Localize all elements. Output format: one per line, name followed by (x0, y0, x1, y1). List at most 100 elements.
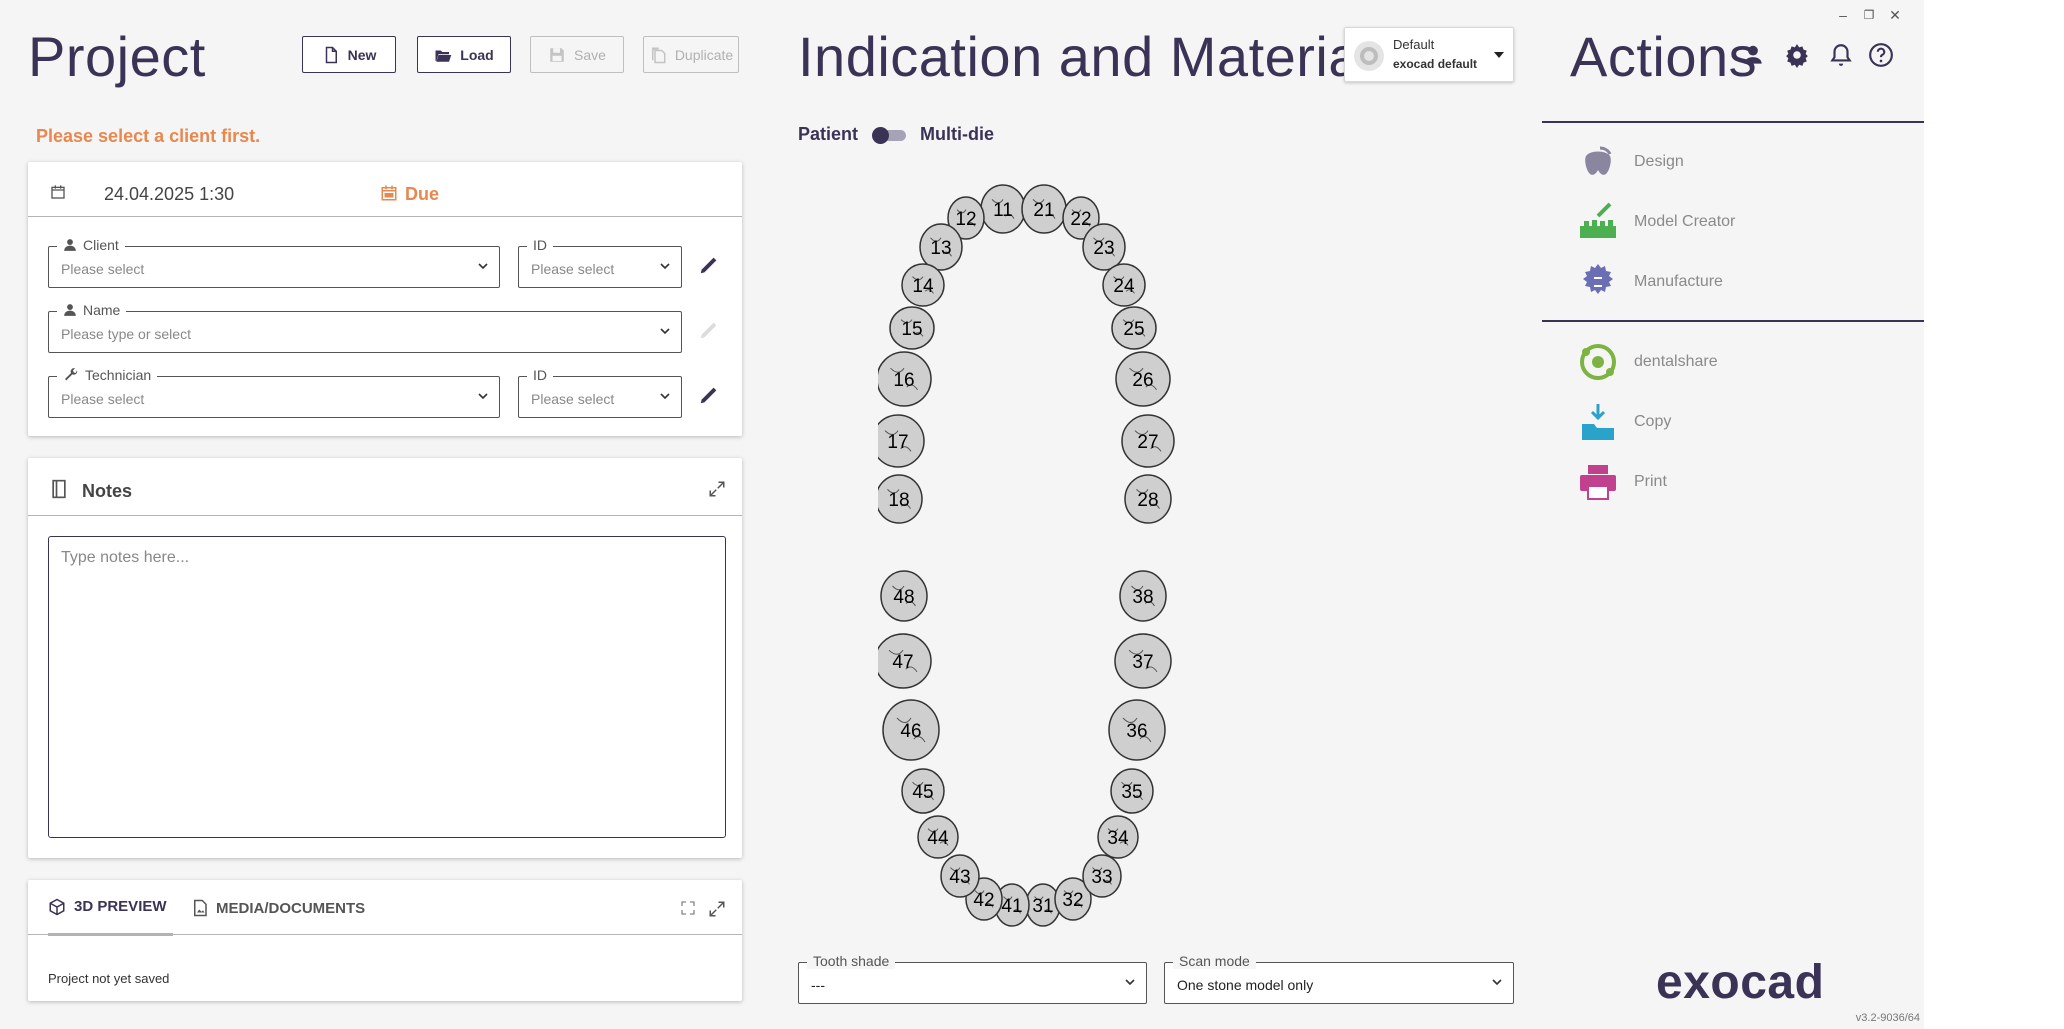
action-dentalshare[interactable]: dentalshare (1578, 340, 1718, 384)
tooth-18[interactable]: 18 (878, 474, 923, 524)
help-icon[interactable] (1868, 42, 1894, 68)
preview-status: Project not yet saved (48, 971, 170, 986)
tooth-14[interactable]: 14 (901, 263, 945, 307)
tooth-17[interactable]: 17 (878, 414, 925, 468)
tooth-16[interactable]: 16 (878, 351, 932, 407)
indication-panel: Indication and Materials Default exocad … (768, 0, 1542, 1029)
tooth-33[interactable]: 33 (1082, 854, 1122, 898)
profile-gear-icon (1354, 41, 1384, 71)
tooth-13[interactable]: 13 (919, 223, 963, 271)
tooth-35[interactable]: 35 (1110, 768, 1154, 814)
new-button[interactable]: New (302, 36, 396, 73)
tooth-label: 38 (1132, 587, 1153, 608)
tooth-label: 35 (1121, 782, 1142, 803)
tooth-label: 36 (1126, 721, 1147, 742)
tooth-shade-select[interactable]: Tooth shade --- (798, 953, 1147, 1004)
tooth-44[interactable]: 44 (917, 815, 959, 859)
technician-select[interactable]: Technician Please select (48, 367, 500, 418)
duplicate-button[interactable]: Duplicate (643, 36, 739, 73)
patient-multidie-toggle-row: Patient Multi-die (798, 124, 994, 145)
divider (1542, 121, 1924, 123)
tooth-label: 23 (1093, 238, 1114, 259)
tooth-36[interactable]: 36 (1108, 699, 1166, 761)
tab-3d-preview[interactable]: 3D PREVIEW (48, 880, 173, 936)
tooth-28[interactable]: 28 (1124, 474, 1172, 524)
edit-name-pencil-icon[interactable] (698, 319, 720, 341)
patient-multidie-switch[interactable] (872, 126, 907, 144)
action-manufacture[interactable]: Manufacture (1578, 260, 1723, 304)
tooth-label: 47 (892, 652, 913, 673)
load-button-label: Load (460, 46, 494, 63)
tab-3d-preview-label: 3D PREVIEW (74, 898, 167, 915)
divider (1542, 320, 1924, 322)
client-warning: Please select a client first. (36, 126, 261, 146)
tooth-label: 13 (930, 238, 951, 259)
fullscreen-icon[interactable] (680, 900, 696, 916)
preview-card: 3D PREVIEW MEDIA/DOCUMENTS Project not y… (28, 880, 742, 1001)
user-icon[interactable] (1740, 42, 1766, 68)
tooth-15[interactable]: 15 (889, 306, 935, 350)
expand-icon[interactable] (708, 900, 726, 918)
action-model-creator-label: Model Creator (1634, 213, 1736, 230)
tooth-label: 18 (888, 490, 909, 511)
client-id-select[interactable]: ID Please select (518, 237, 682, 288)
tooth-24[interactable]: 24 (1102, 263, 1146, 307)
save-button[interactable]: Save (530, 36, 624, 73)
new-file-icon (325, 46, 337, 63)
tooth-45[interactable]: 45 (901, 768, 945, 814)
tooth-37[interactable]: 37 (1114, 633, 1172, 689)
action-print[interactable]: Print (1578, 460, 1667, 504)
profile-selector[interactable]: Default exocad default (1344, 27, 1514, 82)
actions-title: Actions (1570, 25, 1758, 88)
minimize-icon[interactable]: – (1832, 4, 1854, 26)
edit-technician-pencil-icon[interactable] (698, 384, 720, 406)
client-id-placeholder: Please select (531, 261, 615, 277)
notes-textarea[interactable]: Type notes here... (48, 536, 726, 838)
dentalshare-icon (1580, 344, 1616, 380)
action-dentalshare-label: dentalshare (1634, 353, 1718, 370)
action-copy[interactable]: Copy (1578, 400, 1671, 444)
project-date[interactable]: 24.04.2025 1:30 (104, 184, 234, 205)
tooth-31[interactable]: 31 (1025, 883, 1061, 927)
client-select[interactable]: Client Please select (48, 237, 500, 288)
tooth-26[interactable]: 26 (1115, 351, 1171, 407)
expand-icon[interactable] (708, 480, 726, 498)
tooth-34[interactable]: 34 (1097, 815, 1139, 859)
due-date[interactable]: Due (405, 184, 439, 205)
tooth-38[interactable]: 38 (1119, 570, 1167, 622)
tooth-label: 33 (1091, 867, 1112, 888)
project-details-card: 24.04.2025 1:30 Due Client Please select… (28, 162, 742, 436)
restore-icon[interactable]: ❐ (1858, 4, 1880, 26)
tooth-48[interactable]: 48 (880, 570, 928, 622)
name-select[interactable]: Name Please type or select (48, 302, 682, 353)
tooth-27[interactable]: 27 (1121, 414, 1175, 468)
tooth-43[interactable]: 43 (940, 854, 980, 898)
cube-icon (49, 898, 65, 915)
action-design[interactable]: Design (1578, 140, 1684, 184)
action-model-creator[interactable]: Model Creator (1578, 200, 1735, 244)
project-title: Project (28, 25, 206, 88)
tooth-47[interactable]: 47 (878, 633, 932, 689)
tooth-chart[interactable]: 11 1213 14 15 16 17 18 21 2223 24 25 26 27 28 31 32 33 34… (878, 170, 1328, 940)
edit-client-pencil-icon[interactable] (698, 254, 720, 276)
settings-gear-icon[interactable] (1784, 42, 1810, 68)
bell-icon[interactable] (1828, 42, 1854, 68)
tooth-25[interactable]: 25 (1111, 306, 1157, 350)
tooth-label: 12 (955, 209, 976, 230)
chevron-down-icon (1492, 979, 1502, 986)
close-icon[interactable]: ✕ (1884, 4, 1906, 26)
load-button[interactable]: Load (417, 36, 511, 73)
tab-media-documents[interactable]: MEDIA/DOCUMENTS (192, 880, 365, 936)
project-panel: Project New Load Save Duplicate Please s… (0, 0, 768, 1029)
notes-placeholder: Type notes here... (61, 549, 190, 566)
tooth-23[interactable]: 23 (1082, 223, 1126, 271)
new-button-label: New (347, 46, 377, 63)
tooth-11[interactable]: 11 (980, 184, 1026, 234)
tooth-label: 43 (949, 867, 970, 888)
scan-mode-select[interactable]: Scan mode One stone model only (1164, 953, 1514, 1004)
tooth-21[interactable]: 21 (1021, 184, 1067, 234)
tooth-label: 41 (1001, 896, 1022, 917)
technician-id-select[interactable]: ID Please select (518, 367, 682, 418)
tooth-46[interactable]: 46 (882, 699, 940, 761)
version-label: v3.2-9036/64 (1855, 1012, 1920, 1024)
